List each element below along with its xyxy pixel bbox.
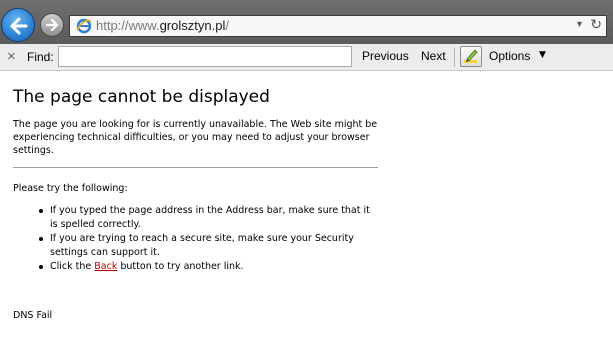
find-next-button[interactable]: Next [421, 49, 446, 63]
back-button[interactable] [1, 8, 35, 42]
error-code: DNS Fail [13, 310, 53, 321]
back-link[interactable]: Back [94, 261, 117, 272]
close-find-icon[interactable]: × [7, 48, 16, 65]
url-text[interactable]: http://www.grolsztyn.pl/ [96, 18, 229, 33]
highlight-pencil-icon [460, 46, 482, 67]
find-separator [454, 48, 455, 67]
list-item: Click the Back button to try another lin… [39, 260, 375, 274]
list-item: If you are trying to reach a secure site… [39, 232, 375, 260]
suggestions-heading: Please try the following: [13, 183, 128, 194]
find-input[interactable] [58, 46, 352, 67]
forward-arrow-icon [45, 18, 59, 32]
find-bar: × Find: Previous Next Options ▼ [0, 44, 613, 71]
find-options-button[interactable]: Options ▼ [459, 45, 551, 68]
chevron-down-icon: ▼ [539, 50, 546, 60]
find-previous-button[interactable]: Previous [362, 49, 409, 63]
url-suffix: / [225, 18, 229, 33]
options-label: Options [489, 49, 531, 63]
find-label: Find: [27, 50, 54, 64]
url-host: grolsztyn.pl [159, 18, 226, 33]
back-tip-text: button to try another link. [117, 261, 244, 272]
list-item: If you typed the page address in the Add… [39, 204, 375, 232]
divider [13, 167, 378, 168]
page-title: The page cannot be displayed [13, 87, 270, 107]
forward-button[interactable] [40, 13, 64, 37]
url-prefix: http://www. [96, 18, 160, 33]
back-tip-text: Click the [50, 261, 95, 272]
ie-logo-icon [76, 18, 92, 34]
error-page: The page cannot be displayed The page yo… [13, 86, 393, 322]
address-bar[interactable]: http://www.grolsztyn.pl/ ▾ ↻ [69, 15, 607, 37]
suggestions-list: If you typed the page address in the Add… [13, 204, 375, 274]
refresh-icon[interactable]: ↻ [590, 17, 602, 33]
browser-toolbar: http://www.grolsztyn.pl/ ▾ ↻ [0, 0, 613, 44]
error-description: The page you are looking for is currentl… [13, 119, 378, 156]
address-dropdown-icon[interactable]: ▾ [577, 19, 582, 30]
back-arrow-icon [10, 17, 28, 35]
